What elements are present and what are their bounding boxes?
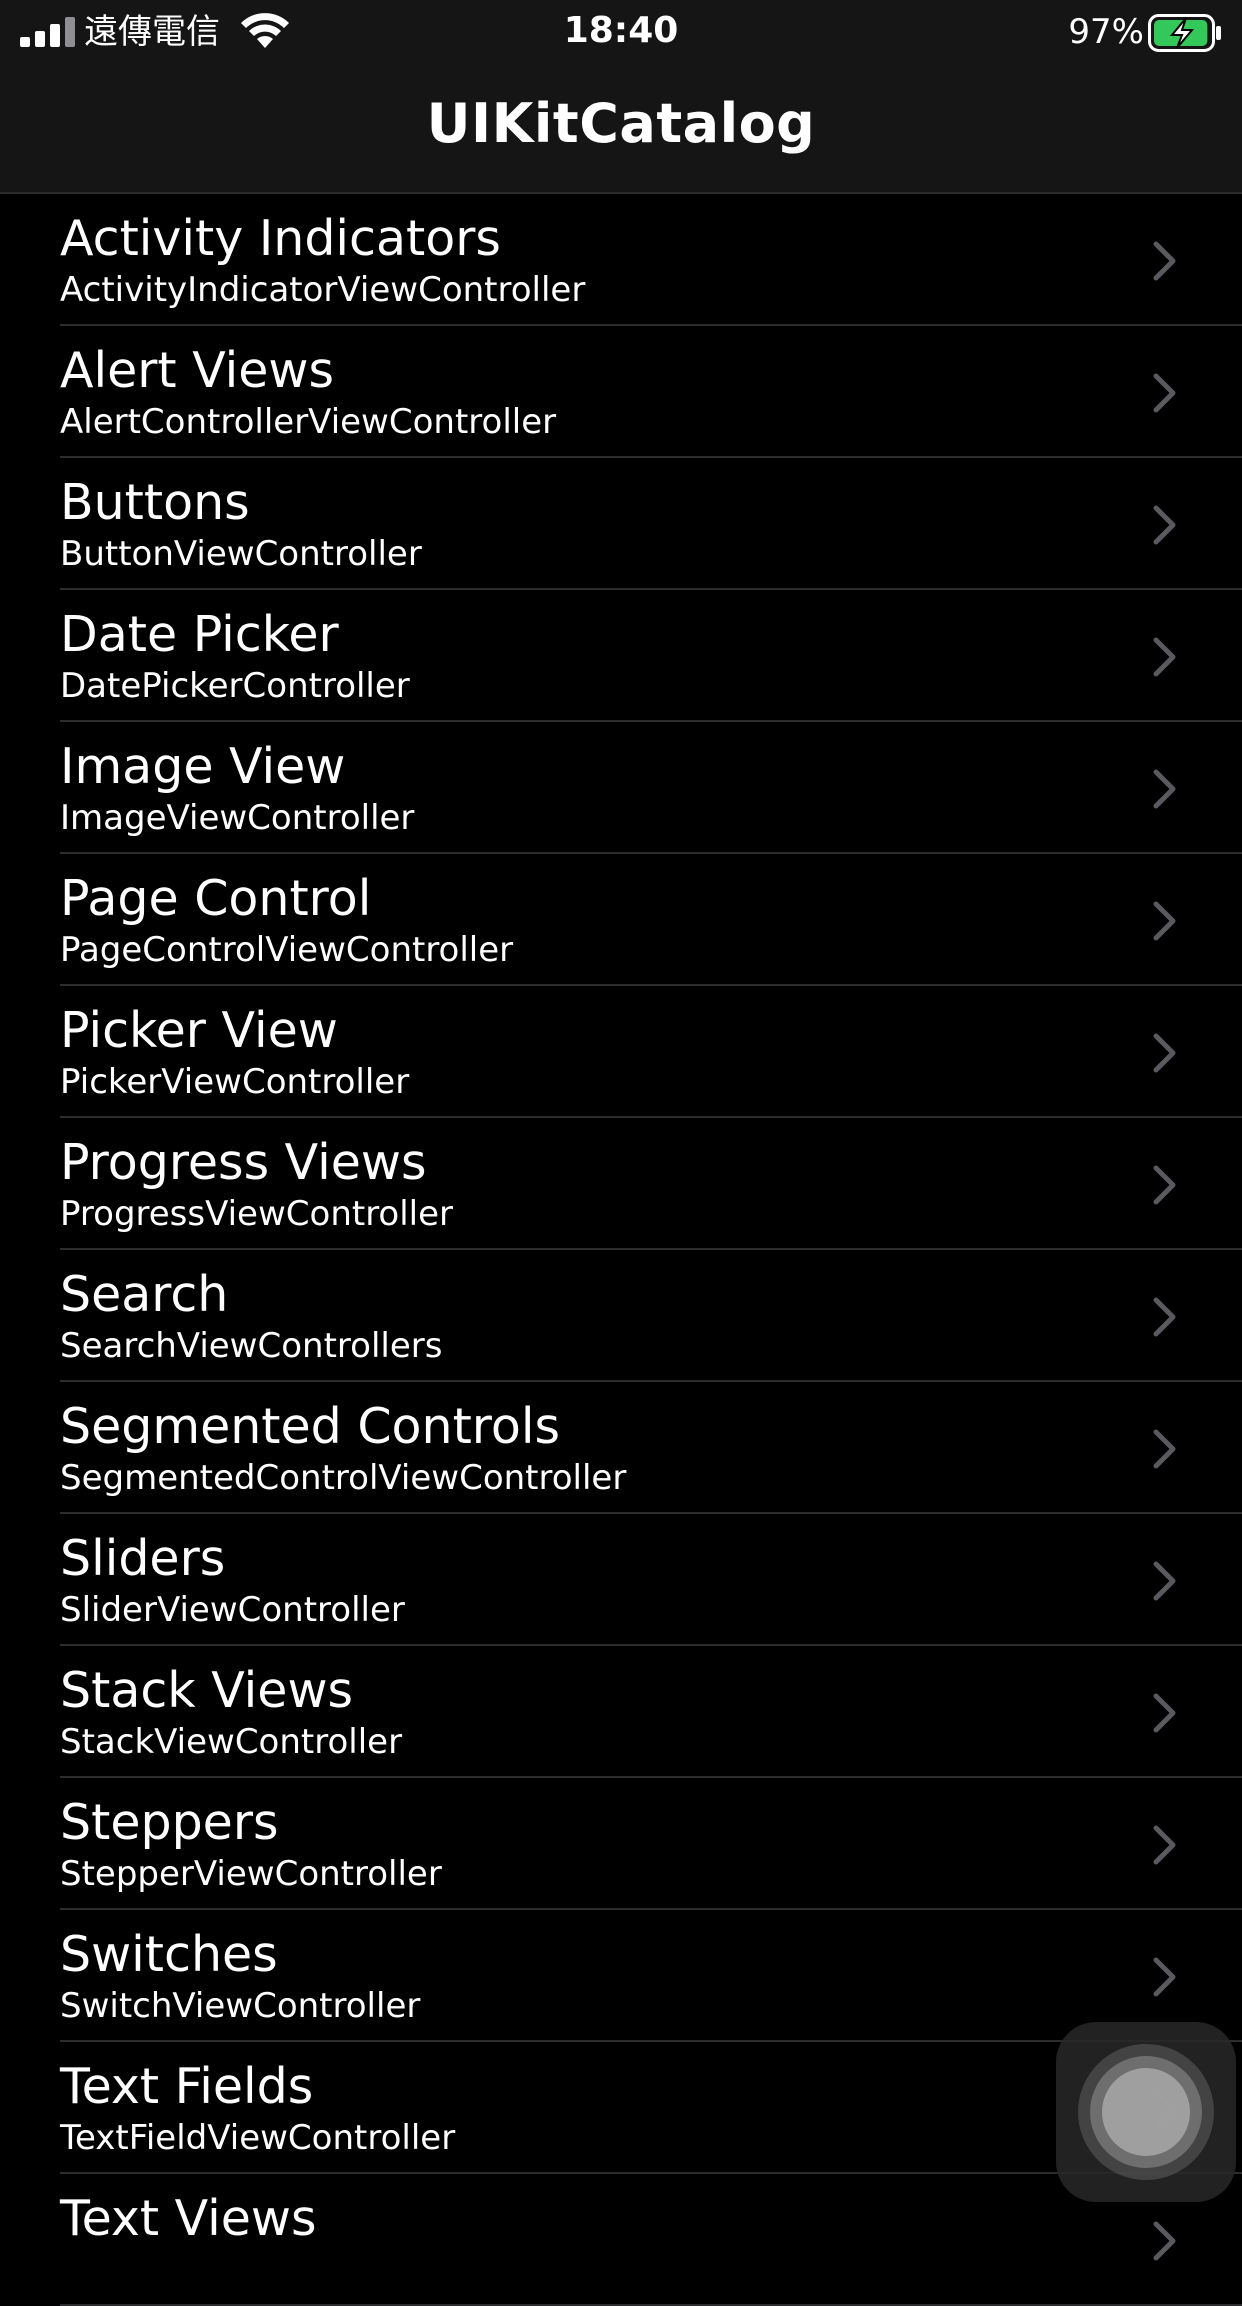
chevron-right-icon xyxy=(1153,505,1176,545)
list-item-subtitle: TextFieldViewController xyxy=(60,2118,456,2158)
list-item-title: Sliders xyxy=(60,1530,226,1587)
chevron-right-icon xyxy=(1153,1957,1176,1997)
list-item-subtitle: SliderViewController xyxy=(60,1590,405,1630)
chevron-right-icon xyxy=(1153,1693,1176,1733)
chevron-right-icon xyxy=(1153,1561,1176,1601)
chevron-right-icon xyxy=(1153,241,1176,281)
list-item-subtitle: AlertControllerViewController xyxy=(60,402,557,442)
list-item-title: Progress Views xyxy=(60,1134,427,1191)
list-item[interactable]: Sliders SliderViewController xyxy=(0,1514,1242,1646)
list-item[interactable]: Picker View PickerViewController xyxy=(0,986,1242,1118)
list-item-subtitle: ActivityIndicatorViewController xyxy=(60,270,586,310)
list-item-subtitle: ImageViewController xyxy=(60,798,415,838)
chevron-right-icon xyxy=(1153,637,1176,677)
list-item-title: Steppers xyxy=(60,1794,279,1851)
list-item[interactable]: Page Control PageControlViewController xyxy=(0,854,1242,986)
chevron-right-icon xyxy=(1153,373,1176,413)
chevron-right-icon xyxy=(1153,1165,1176,1205)
list-item-title: Buttons xyxy=(60,474,250,531)
list-item-title: Search xyxy=(60,1266,229,1323)
list-item-subtitle: ButtonViewController xyxy=(60,534,422,574)
list-item-subtitle: StepperViewController xyxy=(60,1854,442,1894)
list-item-subtitle: SearchViewControllers xyxy=(60,1326,443,1366)
list-item-title: Stack Views xyxy=(60,1662,354,1719)
list-item[interactable]: Alert Views AlertControllerViewController xyxy=(0,326,1242,458)
status-bar: 遠傳電信 18:40 97% xyxy=(0,0,1242,64)
chevron-right-icon xyxy=(1153,1297,1176,1337)
list-item[interactable]: Image View ImageViewController xyxy=(0,722,1242,854)
list-item-subtitle: PageControlViewController xyxy=(60,930,514,970)
list-item[interactable]: Buttons ButtonViewController xyxy=(0,458,1242,590)
status-time: 18:40 xyxy=(563,10,679,51)
list-item-subtitle: PickerViewController xyxy=(60,1062,410,1102)
list-item[interactable]: Stack Views StackViewController xyxy=(0,1646,1242,1778)
list-item-title: Text Fields xyxy=(60,2058,314,2115)
list-item[interactable]: Search SearchViewControllers xyxy=(0,1250,1242,1382)
battery-percentage: 97% xyxy=(1068,12,1144,52)
battery-charging-icon xyxy=(1148,14,1221,52)
list-item-subtitle: SwitchViewController xyxy=(60,1986,421,2026)
list-item-subtitle: SegmentedControlViewController xyxy=(60,1458,627,1498)
list-item-title: Page Control xyxy=(60,870,372,927)
list-item[interactable]: Segmented Controls SegmentedControlViewCo… xyxy=(0,1382,1242,1514)
chevron-right-icon xyxy=(1153,1825,1176,1865)
chevron-right-icon xyxy=(1153,1033,1176,1073)
chevron-right-icon xyxy=(1153,901,1176,941)
list-item-title: Picker View xyxy=(60,1002,338,1059)
list-item-title: Text Views xyxy=(60,2190,317,2247)
assistive-touch-button[interactable] xyxy=(1056,2022,1236,2202)
catalog-list[interactable]: Activity Indicators ActivityIndicatorView… xyxy=(0,194,1242,2306)
list-item-title: Activity Indicators xyxy=(60,210,501,267)
top-bar: 遠傳電信 18:40 97% UIKitCatalog xyxy=(0,0,1242,194)
list-item-subtitle: ProgressViewController xyxy=(60,1194,454,1234)
list-item-title: Alert Views xyxy=(60,342,335,399)
list-item[interactable]: Steppers StepperViewController xyxy=(0,1778,1242,1910)
assistive-touch-center xyxy=(1102,2068,1190,2156)
nav-title: UIKitCatalog xyxy=(426,92,816,155)
chevron-right-icon xyxy=(1153,769,1176,809)
list-item[interactable]: Activity Indicators ActivityIndicatorView… xyxy=(0,194,1242,326)
list-item-subtitle: DatePickerController xyxy=(60,666,410,706)
chevron-right-icon xyxy=(1153,2221,1176,2261)
list-item[interactable]: Switches SwitchViewController xyxy=(0,1910,1242,2042)
list-item-title: Image View xyxy=(60,738,346,795)
chevron-right-icon xyxy=(1153,1429,1176,1469)
list-item-title: Switches xyxy=(60,1926,278,1983)
list-item-title: Date Picker xyxy=(60,606,339,663)
list-item[interactable]: Text Views xyxy=(0,2174,1242,2306)
list-item-title: Segmented Controls xyxy=(60,1398,560,1455)
list-item-subtitle: StackViewController xyxy=(60,1722,403,1762)
list-item[interactable]: Progress Views ProgressViewController xyxy=(0,1118,1242,1250)
list-item[interactable]: Date Picker DatePickerController xyxy=(0,590,1242,722)
